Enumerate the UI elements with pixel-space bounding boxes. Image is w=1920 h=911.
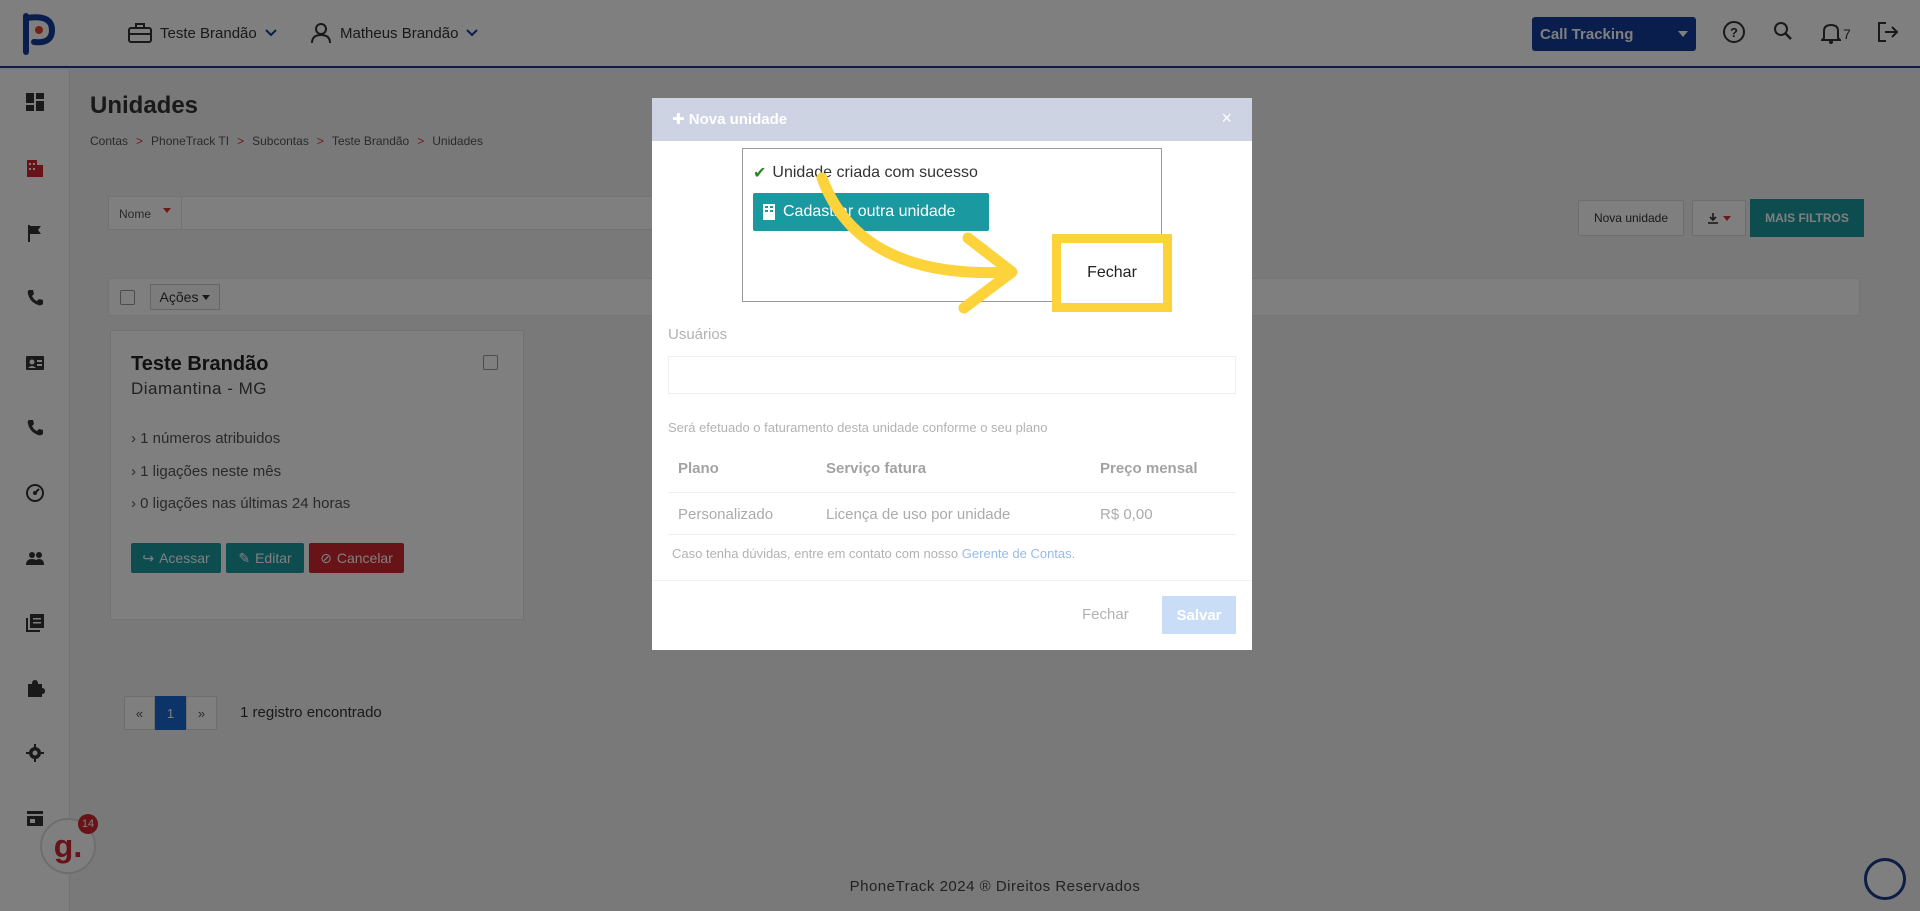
billing-note: Será efetuado o faturamento desta unidad… bbox=[668, 420, 1048, 435]
arrow-pointer-icon bbox=[816, 172, 1018, 314]
plus-icon: ✚ bbox=[672, 111, 689, 128]
table-header: Preço mensal bbox=[1100, 460, 1198, 477]
table-divider bbox=[668, 492, 1236, 493]
table-header: Serviço fatura bbox=[826, 460, 927, 477]
modal-footer-divider bbox=[652, 580, 1252, 581]
help-text: Caso tenha dúvidas, entre em contato com… bbox=[672, 546, 1075, 561]
modal-title: ✚ Nova unidade bbox=[672, 110, 787, 128]
check-icon: ✔ bbox=[753, 165, 767, 182]
save-button[interactable]: Salvar bbox=[1162, 596, 1236, 634]
table-cell: Personalizado bbox=[678, 506, 774, 523]
building-icon bbox=[763, 204, 775, 220]
table-divider bbox=[668, 534, 1236, 535]
account-manager-link[interactable]: Gerente de Contas. bbox=[962, 546, 1075, 561]
table-cell: Licença de uso por unidade bbox=[826, 506, 1011, 523]
close-popover-button[interactable]: Fechar bbox=[1072, 252, 1152, 294]
modal-title-text: Nova unidade bbox=[688, 111, 788, 128]
modal-close-button[interactable]: Fechar bbox=[1082, 606, 1129, 623]
users-input[interactable] bbox=[668, 356, 1236, 394]
help-text-body: Caso tenha dúvidas, entre em contato com… bbox=[672, 546, 959, 561]
table-header: Plano bbox=[678, 460, 719, 477]
close-icon[interactable]: × bbox=[1221, 108, 1232, 129]
table-cell: R$ 0,00 bbox=[1100, 506, 1153, 523]
users-label: Usuários bbox=[668, 326, 728, 343]
modal-header: ✚ Nova unidade × bbox=[652, 98, 1252, 141]
